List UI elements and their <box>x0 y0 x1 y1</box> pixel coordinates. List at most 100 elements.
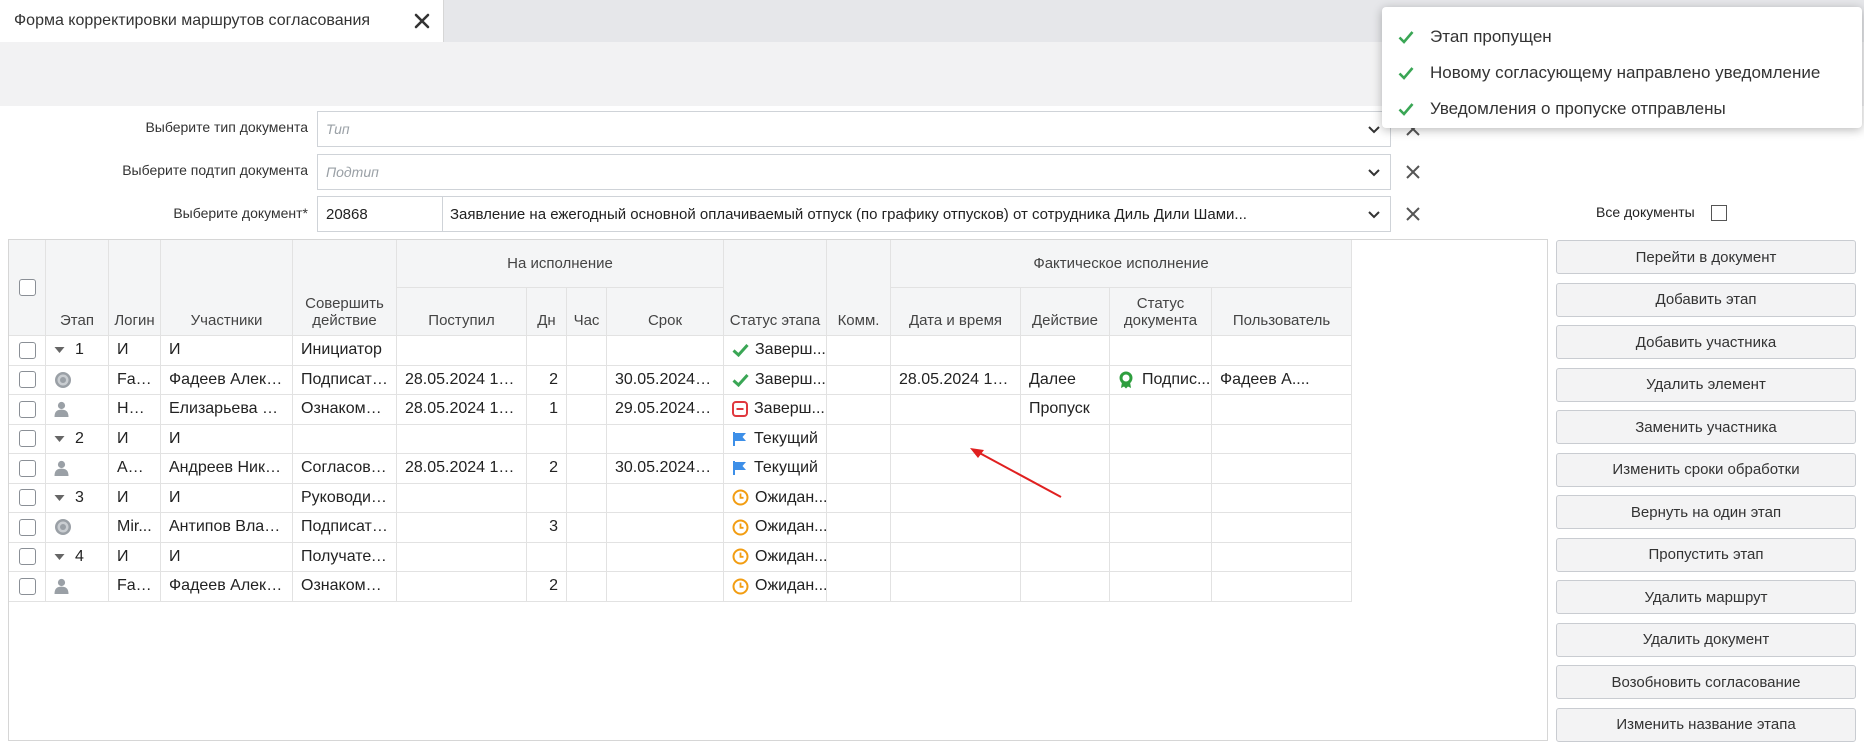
login-text: И <box>117 547 129 565</box>
notification-text: Этап пропущен <box>1430 27 1552 46</box>
stage-status-cell: Ожидан... <box>724 513 827 543</box>
received-cell <box>397 572 527 602</box>
row-checkbox-cell[interactable] <box>9 336 46 366</box>
add-participant-button[interactable]: Добавить участника <box>1556 325 1856 359</box>
delete-element-button[interactable]: Удалить элемент <box>1556 367 1856 402</box>
action-cell: Подписать ... <box>293 513 397 543</box>
delete-document-button[interactable]: Удалить документ <box>1556 622 1856 657</box>
days-cell: 3 <box>527 513 567 543</box>
caret-down-icon[interactable] <box>54 346 65 354</box>
participants-cell: И <box>161 483 293 513</box>
resume-approval-button[interactable]: Возобновить согласование <box>1556 665 1856 699</box>
action-text: Ознакомит... <box>301 400 388 418</box>
chevron-down-icon[interactable] <box>1366 207 1382 223</box>
row-checkbox-cell[interactable] <box>9 513 46 543</box>
row-checkbox[interactable] <box>18 489 36 507</box>
doc-status-cell <box>1110 542 1212 572</box>
comment-cell <box>827 454 891 484</box>
skip-stage-button[interactable]: Пропустить этап <box>1556 537 1856 572</box>
doc-status-cell <box>1110 454 1212 484</box>
chevron-down-icon[interactable] <box>1366 122 1382 138</box>
comment-cell <box>827 572 891 602</box>
clock-icon <box>732 519 749 536</box>
row-checkbox[interactable] <box>18 577 36 595</box>
row-checkbox-cell[interactable] <box>9 542 46 572</box>
login-text: И <box>117 341 129 359</box>
header-action: Совершить действие <box>293 240 397 336</box>
row-checkbox[interactable] <box>18 548 36 566</box>
received-text: 28.05.2024 14:37 <box>405 370 518 388</box>
chevron-down-icon[interactable] <box>1366 165 1382 181</box>
go-to-document-button[interactable]: Перейти в документ <box>1556 240 1856 274</box>
hours-cell <box>567 483 607 513</box>
row-checkbox-cell[interactable] <box>9 483 46 513</box>
caret-down-icon[interactable] <box>54 435 65 443</box>
hours-cell <box>567 395 607 425</box>
received-cell <box>397 513 527 543</box>
doc-subtype-select[interactable]: Подтип <box>317 154 1391 190</box>
header-stage: Этап <box>46 240 109 336</box>
row-checkbox[interactable] <box>18 459 36 477</box>
doc-type-select[interactable]: Тип <box>317 111 1391 147</box>
row-checkbox[interactable] <box>18 400 36 418</box>
act-cell <box>1021 542 1110 572</box>
header-select-all <box>9 240 46 336</box>
return-one-stage-button[interactable]: Вернуть на один этап <box>1556 495 1856 529</box>
stage-status-text: Текущий <box>754 429 818 447</box>
row-checkbox-cell[interactable] <box>9 454 46 484</box>
caret-down-icon[interactable] <box>54 553 65 561</box>
login-text: Fad... <box>117 577 152 595</box>
header-user: Пользователь <box>1212 288 1352 336</box>
row-checkbox-cell[interactable] <box>9 395 46 425</box>
add-stage-button[interactable]: Добавить этап <box>1556 282 1856 317</box>
replace-participant-button[interactable]: Заменить участника <box>1556 410 1856 444</box>
act-text: Пропуск <box>1029 400 1090 418</box>
document-name: Заявление на ежегодный основной оплачива… <box>450 206 1247 223</box>
stage-status-text: Текущий <box>754 459 818 477</box>
user-cell <box>1212 572 1352 602</box>
participants-cell: Фадеев Алексе... <box>161 572 293 602</box>
row-checkbox-cell[interactable] <box>9 572 46 602</box>
change-deadlines-button[interactable]: Изменить сроки обработки <box>1556 452 1856 487</box>
login-text: And... <box>117 459 152 477</box>
row-checkbox[interactable] <box>18 518 36 536</box>
comment-cell <box>827 542 891 572</box>
clear-doc-subtype-icon[interactable] <box>1402 161 1424 183</box>
clear-document-icon[interactable] <box>1402 203 1424 225</box>
doc-status-cell <box>1110 424 1212 454</box>
check-icon <box>732 373 749 387</box>
doc-type-label: Выберите тип документа <box>145 119 308 135</box>
rename-stage-button[interactable]: Изменить название этапа <box>1556 707 1856 742</box>
user-cell <box>1212 395 1352 425</box>
all-documents-checkbox[interactable] <box>1711 205 1727 221</box>
user-cell <box>1212 483 1352 513</box>
header-line: документа <box>1123 312 1198 329</box>
row-checkbox[interactable] <box>18 341 36 359</box>
row-checkbox[interactable] <box>18 430 36 448</box>
header-login: Логин <box>109 240 161 336</box>
hours-cell <box>567 336 607 366</box>
user-icon <box>54 401 69 418</box>
user-icon <box>54 460 69 477</box>
row-checkbox[interactable] <box>18 371 36 389</box>
document-number-input[interactable]: 20868 <box>317 196 443 232</box>
row-checkbox-cell[interactable] <box>9 424 46 454</box>
caret-down-icon[interactable] <box>54 494 65 502</box>
tab-route-correction[interactable]: Форма корректировки маршрутов согласован… <box>0 0 444 42</box>
hours-cell <box>567 513 607 543</box>
row-checkbox-cell[interactable] <box>9 365 46 395</box>
select-all-checkbox[interactable] <box>18 279 36 296</box>
action-text: Руководите... <box>301 488 388 506</box>
stage-number-text: 2 <box>75 429 84 447</box>
stage-status-cell: Ожидан... <box>724 483 827 513</box>
stage-status: Заверш... <box>732 341 826 359</box>
stage-status: Текущий <box>732 430 818 448</box>
flag-icon <box>732 431 748 447</box>
user-icon <box>54 578 69 595</box>
datetime-cell <box>891 395 1021 425</box>
delete-route-button[interactable]: Удалить маршрут <box>1556 580 1856 614</box>
action-text: Подписать ... <box>301 518 388 536</box>
close-icon[interactable] <box>410 9 434 33</box>
stage-status: Ожидан... <box>732 548 826 566</box>
document-select[interactable]: Заявление на ежегодный основной оплачива… <box>442 196 1391 232</box>
